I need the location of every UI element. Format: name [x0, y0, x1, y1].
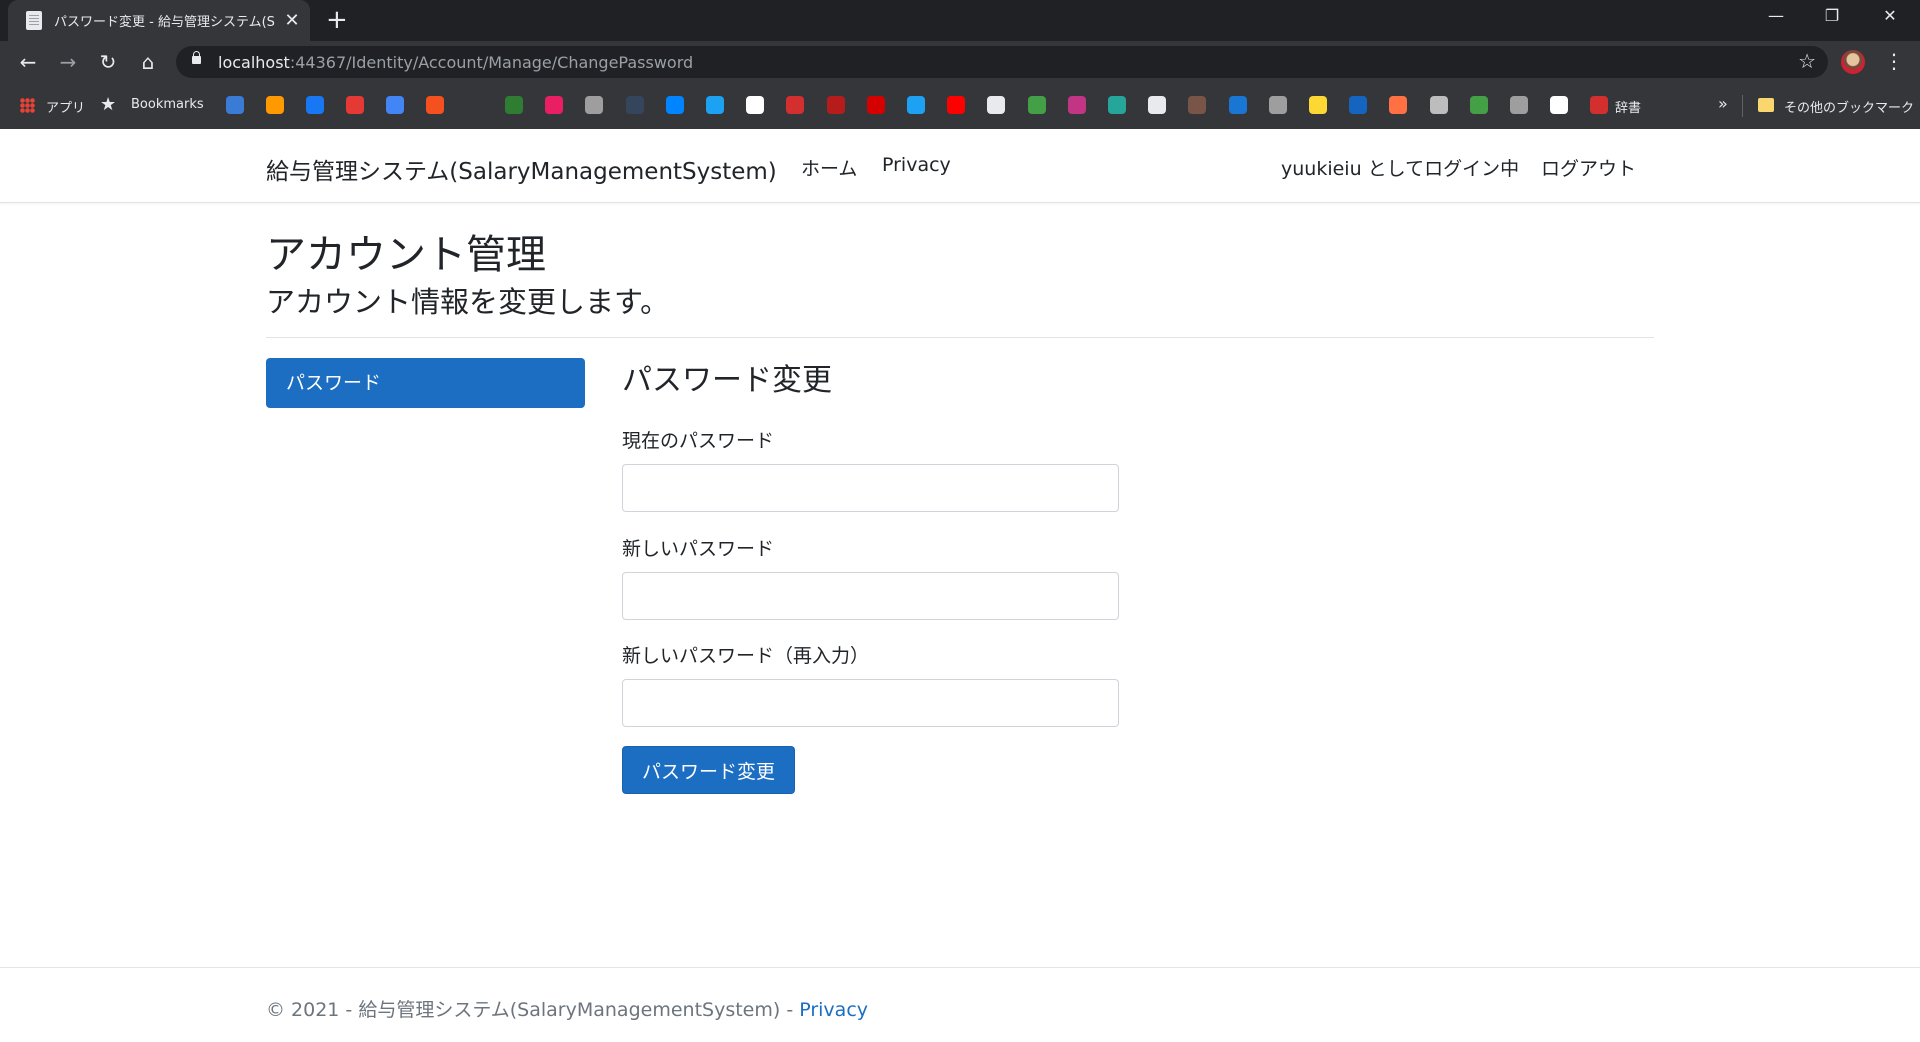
change-password-button[interactable]: パスワード変更 [622, 746, 795, 794]
bookmarks-star-icon: ★ [100, 94, 117, 115]
sidebar-item-password[interactable]: パスワード [266, 358, 585, 408]
bookmark-favicon-icon[interactable] [626, 96, 644, 114]
bookmark-favicon-icon[interactable] [266, 96, 284, 114]
new-password-label: 新しいパスワード [622, 538, 775, 560]
forward-icon[interactable]: → [54, 50, 82, 74]
bookmark-favicon-icon[interactable] [1028, 96, 1046, 114]
site-brand[interactable]: 給与管理システム(SalaryManagementSystem) [266, 152, 777, 186]
bookmark-favicon-icon[interactable] [1590, 96, 1608, 114]
apps-grid-icon[interactable] [20, 98, 35, 113]
minimize-icon[interactable]: — [1756, 6, 1796, 25]
bookmark-favicon-icon[interactable] [545, 96, 563, 114]
confirm-password-label: 新しいパスワード（再入力） [622, 645, 870, 667]
form-heading: パスワード変更 [622, 363, 832, 398]
bookmark-favicon-icon[interactable] [1068, 96, 1086, 114]
bookmark-favicon-icon[interactable] [907, 96, 925, 114]
bookmark-favicon-icon[interactable] [987, 96, 1005, 114]
header-divider [266, 337, 1654, 338]
bookmark-favicon-icon[interactable] [1550, 96, 1568, 114]
logout-button[interactable]: ログアウト [1541, 154, 1636, 181]
bookmark-favicon-icon[interactable] [1510, 96, 1528, 114]
reload-icon[interactable]: ↻ [94, 50, 122, 74]
tab-title: パスワード変更 - 給与管理システム(S [54, 15, 275, 30]
confirm-password-field[interactable] [622, 679, 1119, 727]
bookmark-favicon-icon[interactable] [426, 96, 444, 114]
new-tab-icon[interactable]: + [326, 5, 348, 35]
bookmark-favicon-icon[interactable] [1269, 96, 1287, 114]
bookmark-favicon-icon[interactable] [746, 96, 764, 114]
bookmark-favicon-icon[interactable] [786, 96, 804, 114]
current-password-label: 現在のパスワード [622, 430, 775, 452]
kebab-menu-icon[interactable]: ⋮ [1884, 49, 1904, 73]
bookmark-favicon-icon[interactable] [1349, 96, 1367, 114]
bookmark-favicon-icon[interactable] [867, 96, 885, 114]
restore-icon[interactable]: ❐ [1812, 6, 1852, 25]
bookmark-favicon-icon[interactable] [346, 96, 364, 114]
new-password-field[interactable] [622, 572, 1119, 620]
folder-icon [1758, 98, 1774, 112]
site-navbar: 給与管理システム(SalaryManagementSystem) ホーム Pri… [0, 129, 1920, 203]
bookmarks-separator [1742, 95, 1743, 117]
page-subtitle: アカウント情報を変更します。 [266, 285, 670, 319]
bookmark-favicon-icon[interactable] [1389, 96, 1407, 114]
footer-privacy-link[interactable]: Privacy [799, 999, 868, 1021]
bookmark-favicon-icon[interactable] [947, 96, 965, 114]
bookmark-bookmarks[interactable]: Bookmarks [131, 97, 204, 112]
lock-icon[interactable] [192, 51, 201, 64]
browser-toolbar: ← → ↻ ⌂ localhost:44367/Identity/Account… [0, 41, 1920, 83]
browser-tab-active[interactable]: パスワード変更 - 給与管理システム(S ✕ [8, 0, 310, 41]
bookmark-favicon-icon[interactable] [1229, 96, 1247, 114]
url-text[interactable]: localhost:44367/Identity/Account/Manage/… [218, 53, 693, 72]
close-tab-icon[interactable]: ✕ [282, 10, 302, 31]
home-icon[interactable]: ⌂ [134, 50, 162, 74]
bookmark-apps[interactable]: アプリ [46, 97, 85, 116]
bookmark-favicon-icon[interactable] [1470, 96, 1488, 114]
bookmark-dictionary[interactable]: 辞書 [1615, 97, 1641, 116]
bookmark-favicon-icon[interactable] [666, 96, 684, 114]
page-icon [26, 11, 42, 30]
bookmark-other[interactable]: その他のブックマーク [1784, 97, 1914, 116]
logged-in-user-link[interactable]: yuukieiu としてログイン中 [1281, 154, 1519, 181]
back-icon[interactable]: ← [14, 50, 42, 74]
window-close-icon[interactable]: ✕ [1870, 6, 1910, 25]
profile-avatar-icon[interactable] [1841, 50, 1865, 74]
bookmark-favicon-icon[interactable] [585, 96, 603, 114]
bookmark-favicon-icon[interactable] [1309, 96, 1327, 114]
bookmark-favicon-icon[interactable] [306, 96, 324, 114]
bookmarks-bar: アプリ ★ Bookmarks 辞書 » その他のブックマーク [0, 83, 1920, 130]
bookmark-favicon-icon[interactable] [226, 96, 244, 114]
browser-tab-bar: パスワード変更 - 給与管理システム(S ✕ + — ❐ ✕ [0, 0, 1920, 41]
address-bar[interactable]: localhost:44367/Identity/Account/Manage/… [176, 46, 1828, 78]
bookmark-favicon-icon[interactable] [1430, 96, 1448, 114]
nav-privacy-link[interactable]: Privacy [882, 154, 951, 176]
footer-copyright: © 2021 - 給与管理システム(SalaryManagementSystem… [266, 999, 800, 1021]
bookmark-favicon-icon[interactable] [1188, 96, 1206, 114]
page-title: アカウント管理 [266, 232, 546, 278]
bookmark-favicon-icon[interactable] [1148, 96, 1166, 114]
bookmark-favicon-icon[interactable] [706, 96, 724, 114]
nav-home-link[interactable]: ホーム [801, 154, 857, 181]
bookmark-favicon-icon[interactable] [386, 96, 404, 114]
bookmark-favicon-icon[interactable] [827, 96, 845, 114]
bookmark-favicon-icon[interactable] [1108, 96, 1126, 114]
footer-divider [0, 967, 1920, 968]
bookmark-favicon-icon[interactable] [505, 96, 523, 114]
more-bookmarks-chevron-icon[interactable]: » [1718, 94, 1728, 113]
footer: © 2021 - 給与管理システム(SalaryManagementSystem… [266, 995, 868, 1022]
bookmark-star-icon[interactable]: ☆ [1798, 49, 1816, 73]
current-password-field[interactable] [622, 464, 1119, 512]
